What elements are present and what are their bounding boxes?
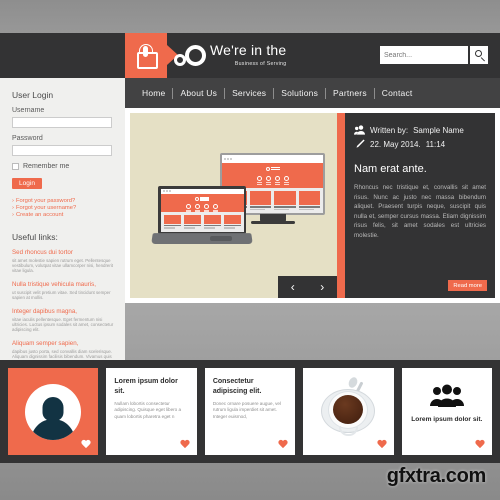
article-author-meta: Written by: Sample Name [354,125,486,135]
nav-item-services[interactable]: Services [225,88,273,98]
pencil-icon [354,139,365,149]
search-button[interactable] [470,46,488,64]
author-name: Sample Name [413,125,464,135]
accent-stripe [337,113,352,298]
useful-links-title: Useful links: [12,231,58,242]
card-lorem-ipsum[interactable]: Lorem ipsum dolor sit. Nullam lobortis c… [106,368,197,455]
slider-next-button[interactable]: › [320,281,324,293]
read-more-button[interactable]: Read more [448,280,487,291]
main-navigation: Home About Us Services Solutions Partner… [125,78,500,108]
useful-link-body: ut suscipit velit pretium vitae. Sed tin… [12,289,111,301]
article-panel: Written by: Sample Name 22. May 2014. 11… [345,113,495,298]
slider-prev-button[interactable]: ‹ [291,281,295,293]
group-people-icon [427,384,467,408]
heart-icon[interactable] [377,440,387,449]
login-button[interactable]: Login [12,178,42,189]
hero-slider: ‹ › Written by: Sample Name 22. May 2014… [125,108,500,303]
card-body: Donec ornare posuere augue, vel rutrum l… [212,401,281,419]
heart-icon[interactable] [180,440,190,449]
remember-me-label: Remember me [23,163,70,170]
search-input[interactable] [380,46,468,64]
useful-link-item[interactable]: Sed rhoncus dui tortor sit amet molestie… [12,249,115,274]
brand-line-1: We're in the [210,42,287,58]
nav-item-about-us[interactable]: About Us [173,88,224,98]
forgot-username-link[interactable]: › Forgot your username? [12,205,115,212]
slide-image: ‹ › [130,113,337,298]
card-coffee[interactable] [303,368,394,455]
bullet-icon: › [12,205,14,212]
brand-line-2: Business of Serving [234,61,287,67]
useful-link-title: Integer dapibus magna, [12,307,78,315]
article-date-meta: 22. May 2014. 11:14 [354,139,486,149]
remember-me-row[interactable]: Remember me [12,163,115,170]
forgot-password-link[interactable]: › Forgot your password? [12,198,115,205]
bullet-icon: › [12,212,14,219]
article-body: Rhoncus nec tristique et, convallis sit … [354,184,486,239]
heart-icon[interactable] [278,440,288,449]
card-consectetur[interactable]: Consectetur adipiscing elit. Donec ornar… [204,368,296,455]
article-date: 22. May 2014. [370,139,421,149]
nav-item-solutions[interactable]: Solutions [274,88,325,98]
bullet-icon: › [12,198,14,204]
laptop-mockup [151,186,253,246]
useful-link-body: sit amet molestie sapien rutrum eget. Pe… [12,257,114,274]
website-mockup-page: We're in the Business of Serving Home Ab… [0,33,500,463]
remember-me-checkbox[interactable] [12,163,19,170]
card-group[interactable]: Lorem ipsum dolor sit. [401,368,493,455]
brand-text: We're in the Business of Serving [210,43,286,68]
logo-tab [125,33,178,78]
card-body: Nullam lobortis consectetur adipiscing. … [114,401,182,419]
card-title: Consectetur adipiscing elit. [212,378,262,395]
card-title: Lorem ipsum dolor sit. [411,415,483,423]
cards-row: Lorem ipsum dolor sit. Nullam lobortis c… [0,360,500,463]
people-icon [354,125,365,135]
hand-touch-icon [135,44,158,69]
coffee-cup-image [321,375,376,437]
card-title: Lorem ipsum dolor sit. [114,378,178,395]
heart-icon[interactable] [475,440,485,449]
heart-icon[interactable] [81,440,91,449]
card-avatar[interactable] [8,368,99,455]
watermark: gfxtra.com [386,465,487,487]
site-header: We're in the Business of Serving [0,33,500,78]
create-account-link[interactable]: › Create an account [12,212,115,219]
gears-icon [173,44,209,68]
useful-link-title: Nulla tristique vehicula mauris, [12,280,96,288]
useful-link-item[interactable]: Integer dapibus magna, vitae iaculis pel… [12,308,115,333]
password-input[interactable] [12,145,112,156]
useful-link-item[interactable]: Nulla tristique vehicula mauris, ut susc… [12,281,115,301]
useful-link-title: Aliquam semper sapien, [12,339,79,347]
useful-link-body: vitae iaculis pellentesque. Eget ferment… [12,316,114,333]
avatar [25,383,82,440]
nav-item-contact[interactable]: Contact [375,88,420,98]
article-time: 11:14 [425,139,446,149]
search-area [380,46,488,64]
username-input[interactable] [12,117,112,128]
username-label: Username [12,107,45,114]
slider-arrows: ‹ › [278,276,337,298]
nav-item-partners[interactable]: Partners [326,88,374,98]
password-label: Password [12,135,43,142]
author-prefix: Written by: [370,125,409,135]
useful-link-title: Sed rhoncus dui tortor [12,248,73,256]
article-title: Nam erat ante. [354,163,427,175]
nav-item-home[interactable]: Home [135,88,172,98]
user-login-title: User Login [12,90,54,100]
